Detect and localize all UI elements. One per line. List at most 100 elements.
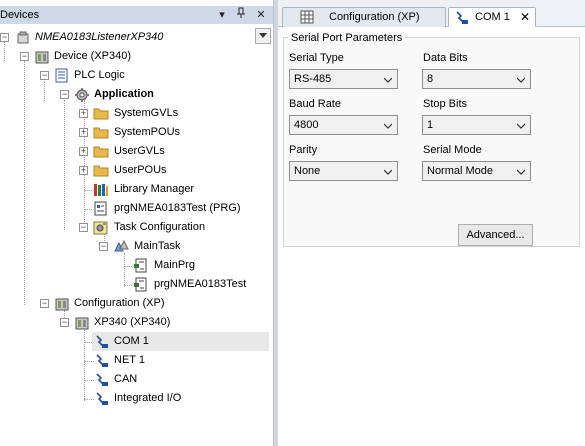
- stop-bits-label: Stop Bits: [423, 98, 468, 110]
- tree-item-systempous[interactable]: + SystemPOUs: [0, 123, 270, 142]
- folder-icon: [93, 144, 109, 159]
- tree-item-label: CAN: [114, 373, 138, 385]
- editor-panel: Configuration (XP) COM 1 ✕ Serial Port P…: [278, 0, 585, 446]
- tab-label: Configuration (XP): [329, 11, 420, 23]
- tree-item-project[interactable]: − NMEA0183ListenerXP340: [0, 28, 252, 47]
- tree-item-label: COM 1: [114, 335, 149, 347]
- tree-item-device[interactable]: − Device (XP340): [0, 47, 270, 66]
- project-icon: [15, 30, 31, 45]
- configuration-grid-icon: [300, 10, 316, 25]
- tree-item-label: NMEA0183ListenerXP340: [35, 31, 164, 43]
- tree-item-integrated-io[interactable]: Integrated I/O: [92, 389, 269, 408]
- application-gear-icon: [74, 87, 90, 102]
- tab-configuration-xp[interactable]: Configuration (XP): [282, 7, 446, 27]
- parity-label: Parity: [289, 144, 318, 156]
- serial-type-label: Serial Type: [289, 52, 344, 64]
- serial-port-icon: [94, 334, 110, 349]
- parity-value: None: [294, 165, 321, 177]
- collapse-toggle[interactable]: −: [40, 71, 49, 80]
- tree-item-application[interactable]: − Application: [0, 85, 270, 104]
- tree-options-dropdown[interactable]: [255, 28, 271, 44]
- baud-rate-value: 4800: [294, 119, 319, 131]
- serial-mode-select[interactable]: Normal Mode: [422, 161, 531, 181]
- tab-com1[interactable]: COM 1 ✕: [448, 7, 536, 28]
- serial-type-value: RS-485: [294, 73, 332, 85]
- advanced-button[interactable]: Advanced...: [458, 224, 533, 246]
- chevron-down-icon: [384, 123, 392, 129]
- tree-item-com1[interactable]: COM 1: [92, 332, 269, 351]
- tree-item-label: PLC Logic: [74, 69, 125, 81]
- devices-panel: Devices ▾ ✕ − NMEA0183ListenerXP340 − De…: [0, 0, 273, 446]
- tree-item-userpous[interactable]: + UserPOUs: [0, 161, 270, 180]
- tree-item-label: Device (XP340): [54, 50, 132, 62]
- tree-item-label: SystemPOUs: [114, 126, 181, 138]
- serial-port-parameters-group: Serial Port Parameters Serial Type RS-48…: [283, 32, 580, 247]
- task-icon: [113, 239, 129, 254]
- tree-item-label: Integrated I/O: [114, 392, 182, 404]
- collapse-toggle[interactable]: −: [60, 90, 69, 99]
- tree-item-label: MainTask: [134, 240, 181, 252]
- stop-bits-select[interactable]: 1: [422, 115, 531, 135]
- tree-item-program[interactable]: prgNMEA0183Test (PRG): [0, 199, 270, 218]
- tree-item-task-configuration[interactable]: − Task Configuration: [0, 218, 270, 237]
- devices-panel-header: Devices ▾ ✕: [0, 6, 273, 24]
- tree-item-maintask[interactable]: − MainTask: [0, 237, 270, 256]
- collapse-toggle[interactable]: −: [20, 52, 29, 61]
- expand-toggle[interactable]: +: [79, 109, 88, 118]
- serial-mode-label: Serial Mode: [423, 144, 482, 156]
- tree-item-label: XP340 (XP340): [94, 316, 171, 328]
- expand-toggle[interactable]: +: [79, 166, 88, 175]
- chevron-down-icon: [517, 169, 525, 175]
- tree-item-program-call[interactable]: prgNMEA0183Test: [0, 275, 270, 294]
- library-books-icon: [93, 182, 109, 197]
- tree-item-plc-logic[interactable]: − PLC Logic: [0, 66, 270, 85]
- baud-rate-label: Baud Rate: [289, 98, 341, 110]
- program-call-icon: [133, 258, 149, 273]
- tree-item-label: SystemGVLs: [114, 107, 179, 119]
- serial-port-icon: [94, 391, 110, 406]
- collapse-toggle[interactable]: −: [0, 33, 9, 42]
- editor-tab-strip: Configuration (XP) COM 1 ✕: [278, 0, 585, 28]
- tree-item-systemgvls[interactable]: + SystemGVLs: [0, 104, 270, 123]
- tree-item-configuration[interactable]: − Configuration (XP): [0, 294, 270, 313]
- serial-port-icon: [94, 353, 110, 368]
- tree-item-label: MainPrg: [154, 259, 195, 271]
- serial-port-icon: [94, 372, 110, 387]
- panel-title: Devices: [0, 9, 40, 21]
- panel-menu-dropdown-icon[interactable]: ▾: [214, 7, 230, 23]
- expand-toggle[interactable]: +: [79, 128, 88, 137]
- tree-item-label: Configuration (XP): [74, 297, 165, 309]
- data-bits-value: 8: [427, 73, 434, 85]
- tree-item-label: prgNMEA0183Test: [154, 278, 247, 290]
- chevron-down-icon: [517, 123, 525, 129]
- data-bits-select[interactable]: 8: [422, 69, 531, 89]
- chevron-down-icon: [384, 169, 392, 175]
- program-call-icon: [133, 277, 149, 292]
- tree-item-library-manager[interactable]: Library Manager: [0, 180, 270, 199]
- close-panel-icon[interactable]: ✕: [253, 7, 269, 23]
- collapse-toggle[interactable]: −: [40, 299, 49, 308]
- pin-icon[interactable]: [233, 7, 249, 23]
- tree-item-label: Library Manager: [114, 183, 195, 195]
- tree-item-net1[interactable]: NET 1: [92, 351, 269, 370]
- tree-item-usergvls[interactable]: + UserGVLs: [0, 142, 270, 161]
- collapse-toggle[interactable]: −: [60, 318, 69, 327]
- tree-item-xp340[interactable]: − XP340 (XP340): [0, 313, 270, 332]
- collapse-toggle[interactable]: −: [79, 223, 88, 232]
- tree-item-label: UserPOUs: [114, 164, 167, 176]
- program-icon: [93, 201, 109, 216]
- expand-toggle[interactable]: +: [79, 147, 88, 156]
- serial-type-select[interactable]: RS-485: [289, 69, 398, 89]
- tree-item-label: NET 1: [114, 354, 145, 366]
- tree-item-label: UserGVLs: [114, 145, 165, 157]
- tab-label: COM 1: [475, 11, 510, 23]
- parity-select[interactable]: None: [289, 161, 398, 181]
- tree-item-label: Application: [94, 88, 154, 100]
- tree-guide-line: [84, 329, 85, 401]
- collapse-toggle[interactable]: −: [99, 242, 108, 251]
- baud-rate-select[interactable]: 4800: [289, 115, 398, 135]
- tree-item-can[interactable]: CAN: [92, 370, 269, 389]
- tree-item-mainprg[interactable]: MainPrg: [0, 256, 270, 275]
- device-icon: [74, 315, 90, 330]
- close-tab-icon[interactable]: ✕: [520, 10, 530, 24]
